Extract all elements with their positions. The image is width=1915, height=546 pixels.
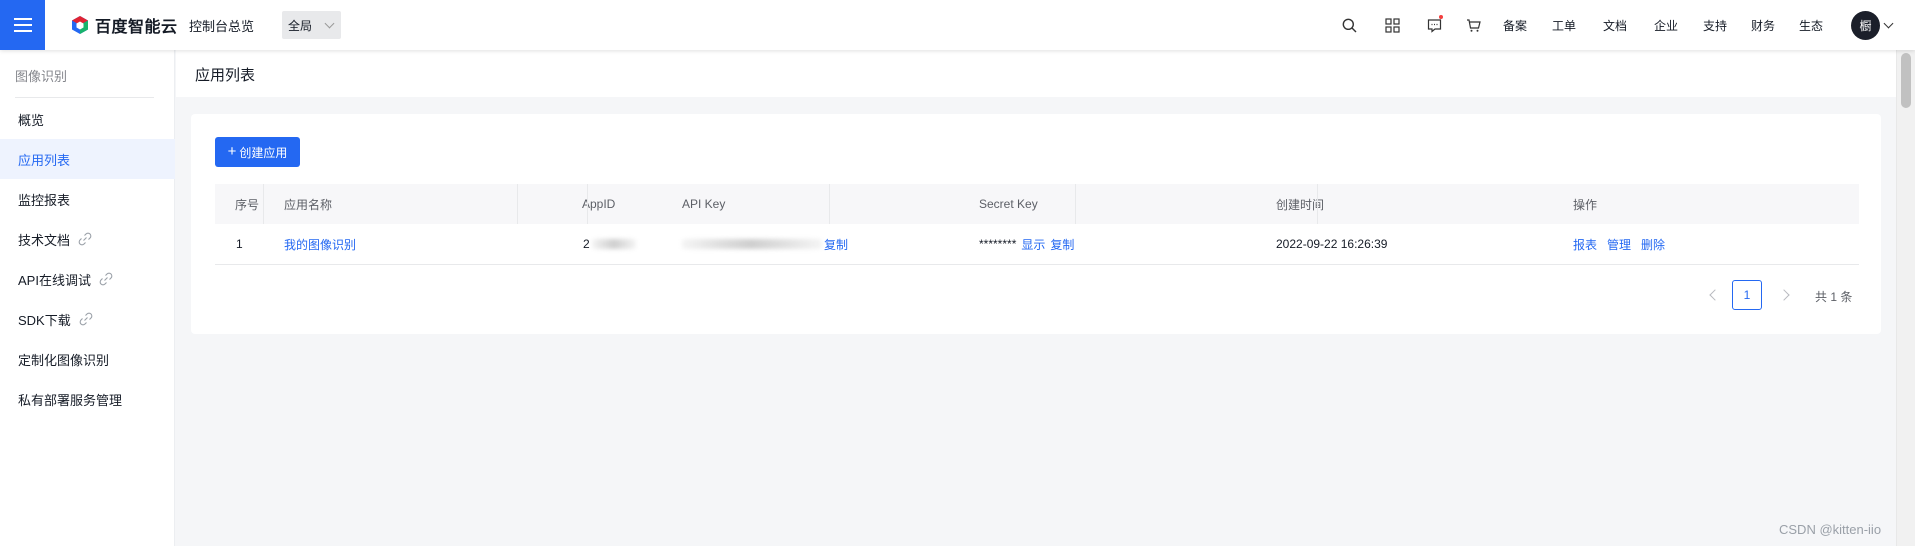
column-header-api-key: API Key xyxy=(682,197,726,211)
table-header: 序号 应用名称 AppID API Key Secret Key 创建时间 操作 xyxy=(215,184,1859,224)
cell-appid: 2 xyxy=(583,224,636,264)
copy-secret-key-link[interactable]: 复制 xyxy=(1050,236,1074,253)
nav-link-support[interactable]: 支持 xyxy=(1703,17,1727,34)
page-header: 应用列表 xyxy=(176,50,1896,97)
report-action-link[interactable]: 报表 xyxy=(1573,236,1597,253)
sidebar-title: 图像识别 xyxy=(15,69,68,84)
nav-link-finance[interactable]: 财务 xyxy=(1751,17,1775,34)
column-header-name: 应用名称 xyxy=(284,197,333,212)
column-header-index: 序号 xyxy=(235,197,260,212)
message-icon[interactable] xyxy=(1424,15,1444,35)
watermark-text: CSDN @kitten-iio xyxy=(1779,522,1882,537)
sidebar-item-label: 应用列表 xyxy=(18,152,71,168)
pagination-page-1[interactable]: 1 xyxy=(1732,280,1762,310)
chevron-down-icon[interactable] xyxy=(1883,18,1894,29)
show-secret-key-link[interactable]: 显示 xyxy=(1021,236,1045,253)
sidebar-item-label: 概览 xyxy=(18,112,45,128)
app-list-card: + 创建应用 序号 应用名称 AppID API Key Secret Key … xyxy=(191,114,1881,334)
scrollbar[interactable] xyxy=(1896,50,1915,546)
cell-secret-key: ******** 显示 复制 xyxy=(979,224,1074,264)
app-table: 序号 应用名称 AppID API Key Secret Key 创建时间 操作… xyxy=(215,184,1859,265)
sidebar: 图像识别 概览 应用列表 监控报表 技术文档 API在线调试 SDK下载 定制化… xyxy=(0,50,175,546)
sidebar-divider xyxy=(15,97,154,98)
create-app-button[interactable]: + 创建应用 xyxy=(215,137,300,167)
column-divider xyxy=(829,184,830,224)
sidebar-item-monitor-report[interactable]: 监控报表 xyxy=(0,179,175,219)
external-link-icon xyxy=(79,312,93,326)
scrollbar-thumb[interactable] xyxy=(1901,53,1911,108)
copy-api-key-link[interactable]: 复制 xyxy=(824,236,848,253)
sidebar-item-private-deployment[interactable]: 私有部署服务管理 xyxy=(0,379,175,419)
avatar[interactable]: 橱 xyxy=(1851,11,1880,40)
nav-link-filing[interactable]: 备案 xyxy=(1503,17,1527,34)
secret-key-masked: ******** xyxy=(979,237,1017,251)
sidebar-item-label: 定制化图像识别 xyxy=(18,352,110,368)
external-link-icon xyxy=(99,272,113,286)
nav-link-ticket[interactable]: 工单 xyxy=(1552,17,1576,34)
pagination-next-icon[interactable] xyxy=(1780,290,1790,300)
column-header-secret-key: Secret Key xyxy=(979,197,1038,211)
chevron-down-icon xyxy=(324,18,335,29)
manage-action-link[interactable]: 管理 xyxy=(1607,236,1631,253)
sidebar-item-tech-docs[interactable]: 技术文档 xyxy=(0,219,175,259)
sidebar-item-label: 私有部署服务管理 xyxy=(18,392,123,408)
sidebar-item-app-list[interactable]: 应用列表 xyxy=(0,139,175,179)
region-select[interactable]: 全局 xyxy=(282,11,341,39)
sidebar-item-label: 监控报表 xyxy=(18,192,71,208)
api-key-redacted-mask xyxy=(682,239,822,249)
sidebar-item-label: API在线调试 xyxy=(18,272,91,288)
pagination-total: 共 1 条 xyxy=(1815,290,1853,304)
cell-index: 1 xyxy=(236,237,243,251)
cell-api-key: 复制 xyxy=(682,224,848,264)
sidebar-item-custom-recognition[interactable]: 定制化图像识别 xyxy=(0,339,175,379)
notification-dot xyxy=(1439,15,1443,19)
nav-link-ecosystem[interactable]: 生态 xyxy=(1799,17,1823,34)
sidebar-item-label: 技术文档 xyxy=(18,232,71,248)
column-divider xyxy=(587,184,588,224)
sidebar-item-api-debug[interactable]: API在线调试 xyxy=(0,259,175,299)
cell-actions: 报表 管理 删除 xyxy=(1573,224,1665,264)
pagination-prev-icon[interactable] xyxy=(1709,290,1719,300)
cart-icon[interactable] xyxy=(1463,15,1483,35)
column-divider xyxy=(1317,184,1318,224)
brand-name: 百度智能云 xyxy=(95,19,178,36)
column-header-actions: 操作 xyxy=(1573,197,1598,212)
plus-icon: + xyxy=(227,142,237,160)
cell-created-at: 2022-09-22 16:26:39 xyxy=(1276,237,1388,251)
column-divider xyxy=(263,184,264,224)
sidebar-item-sdk-download[interactable]: SDK下载 xyxy=(0,299,175,339)
menu-hamburger-icon[interactable] xyxy=(0,0,45,50)
column-divider xyxy=(1075,184,1076,224)
column-divider xyxy=(517,184,518,224)
top-navigation-bar: 百度智能云 控制台总览 全局 备案 工单 文档 企业 支持 财务 生态 橱 xyxy=(0,0,1915,50)
nav-link-enterprise[interactable]: 企业 xyxy=(1654,17,1678,34)
create-app-label: 创建应用 xyxy=(239,145,288,160)
page-title: 应用列表 xyxy=(195,67,256,84)
nav-link-docs[interactable]: 文档 xyxy=(1603,17,1627,34)
appid-visible-text: 2 xyxy=(583,237,590,251)
console-overview-link[interactable]: 控制台总览 xyxy=(189,16,254,35)
sidebar-item-label: SDK下载 xyxy=(18,312,71,328)
search-icon[interactable] xyxy=(1339,15,1359,35)
table-row: 1 我的图像识别 2 复制 ******** 显示 复制 2022-09-22 … xyxy=(215,224,1859,265)
appid-redacted-mask xyxy=(591,239,636,249)
app-name-link[interactable]: 我的图像识别 xyxy=(284,224,356,264)
brand-logo[interactable]: 百度智能云 xyxy=(70,14,178,36)
external-link-icon xyxy=(78,232,92,246)
delete-action-link[interactable]: 删除 xyxy=(1641,236,1665,253)
region-select-value: 全局 xyxy=(288,18,313,33)
baidu-cloud-logo-icon xyxy=(72,16,88,34)
sidebar-item-overview[interactable]: 概览 xyxy=(0,99,175,139)
apps-icon[interactable] xyxy=(1382,15,1402,35)
